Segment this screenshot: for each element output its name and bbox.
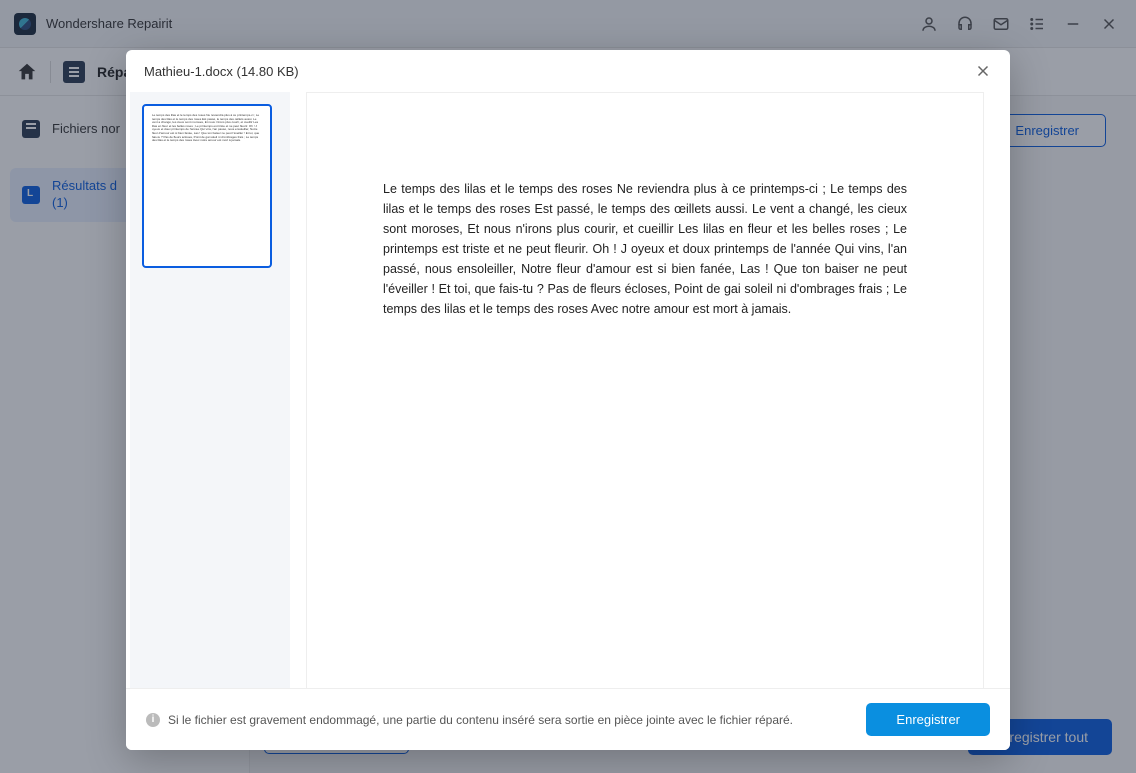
page-thumbnail[interactable]: Le temps des lilas et le temps des roses… [142, 104, 272, 268]
preview-modal: Mathieu-1.docx (14.80 KB) Le temps des l… [126, 50, 1010, 750]
modal-filename: Mathieu-1.docx (14.80 KB) [144, 64, 299, 79]
document-page: Le temps des lilas et le temps des roses… [306, 92, 984, 688]
document-text: Le temps des lilas et le temps des roses… [383, 182, 907, 316]
preview-column[interactable]: Le temps des lilas et le temps des roses… [290, 92, 1006, 688]
modal-overlay: Mathieu-1.docx (14.80 KB) Le temps des l… [0, 0, 1136, 773]
modal-save-button[interactable]: Enregistrer [866, 703, 990, 736]
modal-footer-note: Si le fichier est gravement endommagé, u… [168, 713, 793, 727]
info-icon: i [146, 713, 160, 727]
close-modal-icon[interactable] [974, 62, 992, 80]
thumbnail-column: Le temps des lilas et le temps des roses… [130, 92, 290, 688]
